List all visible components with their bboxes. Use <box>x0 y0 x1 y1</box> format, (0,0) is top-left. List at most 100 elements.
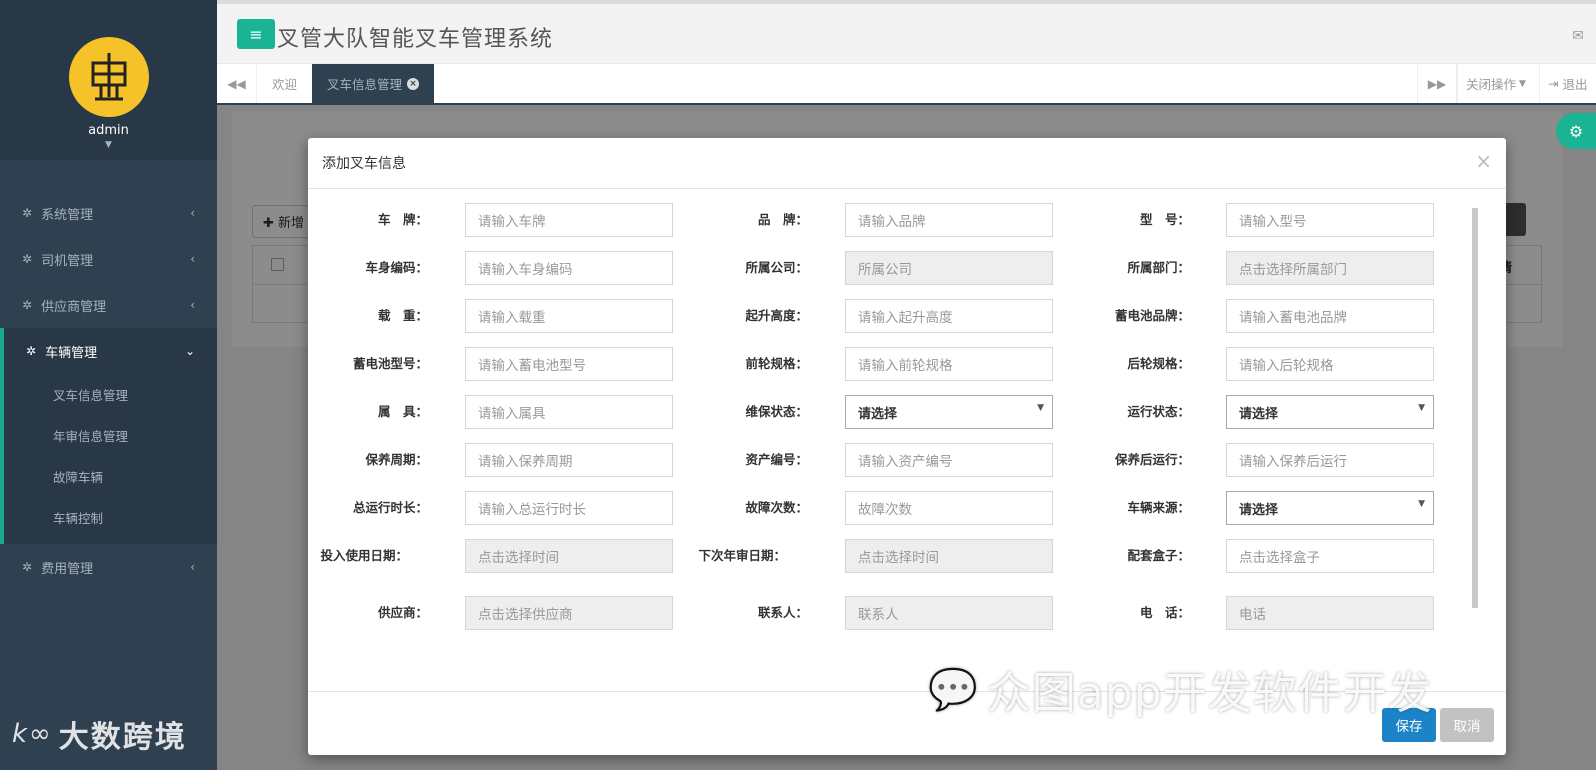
tabs-scroll-right-button[interactable]: ▶▶ <box>1417 64 1457 103</box>
watermark-left-text: 大数跨境 <box>58 720 187 755</box>
caret-down-icon[interactable]: ▼ <box>0 140 217 150</box>
watermark-right-text: 众图app开发软件开发 <box>986 668 1433 719</box>
label-phone: 电 话： <box>1139 605 1190 620</box>
rear-wheel-input[interactable]: 请输入后轮规格 <box>1226 347 1434 381</box>
sidebar-item-supplier[interactable]: ✲ 供应商管理 ‹ <box>0 282 217 328</box>
department-input[interactable]: 点击选择所属部门 <box>1226 251 1434 285</box>
sidebar-subitem-forklift-info[interactable]: 叉车信息管理 <box>4 374 217 415</box>
in-service-date-input[interactable]: 点击选择时间 <box>465 539 673 573</box>
battery-brand-input[interactable]: 请输入蓄电池品牌 <box>1226 299 1434 333</box>
menu-toggle-button[interactable]: ≡ <box>237 19 275 49</box>
sidebar-subitem-faulty-vehicles[interactable]: 故障车辆 <box>4 456 217 497</box>
tab-welcome[interactable]: 欢迎 <box>257 64 312 103</box>
tab-forklift-info[interactable]: 叉车信息管理 × <box>312 64 435 103</box>
modal-body: 车 牌： 请输入车牌 品 牌： 请输入品牌 型 号： 请输入型号 车身编码： 请… <box>308 190 1506 670</box>
close-tab-icon[interactable]: × <box>407 77 420 90</box>
asset-number-input[interactable]: 请输入资产编号 <box>845 443 1053 477</box>
post-maintenance-run-input[interactable]: 请输入保养后运行 <box>1226 443 1434 477</box>
chevron-down-icon: ⌄ <box>184 344 195 358</box>
watermark-left: k∞ 大数跨境 <box>12 712 187 756</box>
label-asset-number: 资产编号： <box>745 452 808 467</box>
settings-button[interactable]: ⚙ <box>1556 113 1596 149</box>
close-icon[interactable]: × <box>1475 149 1492 173</box>
wechat-icon: 💬 <box>928 666 979 713</box>
run-status-select[interactable]: 请选择 ▼ <box>1226 395 1434 429</box>
fault-count-input[interactable]: 故障次数 <box>845 491 1053 525</box>
label-next-review-date: 下次年审日期： <box>698 548 786 563</box>
sidebar-item-label: 费用管理 <box>41 561 94 577</box>
select-value: 请选择 <box>1239 406 1279 422</box>
gear-icon: ✲ <box>22 298 33 312</box>
maintenance-cycle-input[interactable]: 请输入保养周期 <box>465 443 673 477</box>
supplier-input[interactable]: 点击选择供应商 <box>465 596 673 630</box>
forward-icon: ▶▶ <box>1427 76 1447 91</box>
chevron-left-icon: ‹ <box>190 206 195 220</box>
label-vehicle-source: 车辆来源： <box>1127 500 1190 515</box>
logout-label: 退出 <box>1562 77 1588 92</box>
next-review-date-input[interactable]: 点击选择时间 <box>845 539 1053 573</box>
sidebar-subitem-annual-review[interactable]: 年审信息管理 <box>4 415 217 456</box>
select-value: 请选择 <box>858 406 898 422</box>
watermark-right: 💬 众图app开发软件开发 <box>928 657 1433 721</box>
body-code-input[interactable]: 请输入车身编码 <box>465 251 673 285</box>
caret-down-icon: ▼ <box>1519 78 1526 89</box>
app-title: 叉管大队智能叉车管理系统 <box>277 27 554 52</box>
contact-input[interactable]: 联系人 <box>845 596 1053 630</box>
avatar[interactable] <box>68 37 149 117</box>
logout-button[interactable]: ⇥ 退出 <box>1539 64 1596 103</box>
battery-model-input[interactable]: 请输入蓄电池型号 <box>465 347 673 381</box>
box-input[interactable]: 点击选择盒子 <box>1226 539 1434 573</box>
sidebar-item-label: 车辆管理 <box>45 345 98 361</box>
tabs-scroll-left-button[interactable]: ◀◀ <box>217 64 257 103</box>
sidebar-item-system[interactable]: ✲ 系统管理 ‹ <box>0 190 217 236</box>
sidebar-item-label: 系统管理 <box>41 207 94 223</box>
envelope-icon[interactable]: ✉ <box>1572 28 1584 44</box>
sidebar: admin ▼ ✲ 系统管理 ‹ ✲ 司机管理 ‹ ✲ 供应商管理 ‹ ✲ 车辆… <box>0 0 217 770</box>
chevron-left-icon: ‹ <box>190 298 195 312</box>
label-model: 型 号： <box>1139 212 1190 227</box>
gear-icon: ✲ <box>26 344 37 358</box>
attachment-input[interactable]: 请输入属具 <box>465 395 673 429</box>
backward-icon: ◀◀ <box>227 76 246 91</box>
label-department: 所属部门： <box>1127 260 1190 275</box>
caret-down-icon: ▼ <box>1418 403 1425 413</box>
maintenance-status-select[interactable]: 请选择 ▼ <box>845 395 1053 429</box>
phone-input[interactable]: 电话 <box>1226 596 1434 630</box>
cancel-button[interactable]: 取消 <box>1440 708 1494 742</box>
label-total-runtime: 总运行时长： <box>352 500 428 515</box>
vehicle-source-select[interactable]: 请选择 ▼ <box>1226 491 1434 525</box>
label-front-wheel: 前轮规格： <box>745 356 808 371</box>
hamburger-icon: ≡ <box>249 24 263 44</box>
label-box: 配套盒子： <box>1127 548 1190 563</box>
sidebar-item-vehicle[interactable]: ✲ 车辆管理 ⌄ <box>0 328 217 374</box>
plate-input[interactable]: 请输入车牌 <box>465 203 673 237</box>
label-maintenance-status: 维保状态： <box>745 404 808 419</box>
company-input[interactable]: 所属公司 <box>845 251 1053 285</box>
gear-icon: ✲ <box>22 560 33 574</box>
lift-height-input[interactable]: 请输入起升高度 <box>845 299 1053 333</box>
label-in-service-date: 投入使用日期： <box>320 548 408 563</box>
sidebar-nav: ✲ 系统管理 ‹ ✲ 司机管理 ‹ ✲ 供应商管理 ‹ ✲ 车辆管理 ⌄ 叉车信… <box>0 190 217 590</box>
caret-down-icon: ▼ <box>1037 403 1044 413</box>
front-wheel-input[interactable]: 请输入前轮规格 <box>845 347 1053 381</box>
total-runtime-input[interactable]: 请输入总运行时长 <box>465 491 673 525</box>
scrollbar-thumb[interactable] <box>1472 208 1478 608</box>
username[interactable]: admin <box>0 123 217 138</box>
gear-icon: ⚙ <box>1568 121 1584 141</box>
sidebar-item-driver[interactable]: ✲ 司机管理 ‹ <box>0 236 217 282</box>
label-post-maintenance-run: 保养后运行： <box>1114 452 1190 467</box>
watermark-logo-icon: k∞ <box>12 719 53 749</box>
sidebar-item-cost[interactable]: ✲ 费用管理 ‹ <box>0 544 217 590</box>
label-brand: 品 牌： <box>757 212 808 227</box>
sidebar-subitem-vehicle-control[interactable]: 车辆控制 <box>4 497 217 538</box>
model-input[interactable]: 请输入型号 <box>1226 203 1434 237</box>
label-contact: 联系人： <box>757 605 808 620</box>
sidebar-item-label: 司机管理 <box>41 253 94 269</box>
load-input[interactable]: 请输入载重 <box>465 299 673 333</box>
vehicle-submenu: 叉车信息管理 年审信息管理 故障车辆 车辆控制 <box>0 374 217 544</box>
close-operations-dropdown[interactable]: 关闭操作 ▼ <box>1457 64 1534 103</box>
label-battery-brand: 蓄电池品牌： <box>1114 308 1190 323</box>
chevron-left-icon: ‹ <box>190 560 195 574</box>
brand-input[interactable]: 请输入品牌 <box>845 203 1053 237</box>
label-lift-height: 起升高度： <box>745 308 808 323</box>
